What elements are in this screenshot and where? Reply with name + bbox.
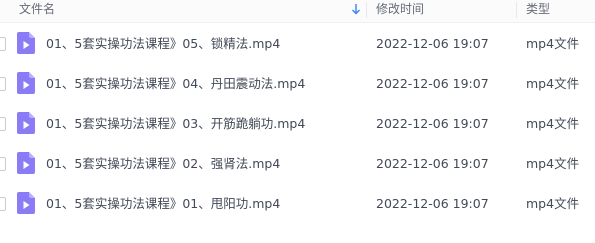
file-type: mp4文件 xyxy=(526,156,580,171)
file-type: mp4文件 xyxy=(526,116,580,131)
row-checkbox[interactable] xyxy=(0,197,6,211)
video-file-icon xyxy=(17,192,35,214)
file-mtime: 2022-12-06 19:07 xyxy=(376,156,489,171)
row-checkbox[interactable] xyxy=(0,117,6,131)
file-row[interactable]: 01、5套实操功法课程》04、丹田震动法.mp4 2022-12-06 19:0… xyxy=(0,65,595,105)
file-list-header: 文件名 修改时间 类型 xyxy=(0,0,595,23)
row-checkbox[interactable] xyxy=(0,37,6,51)
column-header-type-label: 类型 xyxy=(526,2,551,16)
column-header-type[interactable]: 类型 xyxy=(526,0,586,22)
file-type: mp4文件 xyxy=(526,196,580,211)
video-file-icon xyxy=(17,152,35,174)
column-header-mtime[interactable]: 修改时间 xyxy=(376,0,506,22)
file-name[interactable]: 01、5套实操功法课程》05、锁精法.mp4 xyxy=(46,36,280,51)
file-mtime: 2022-12-06 19:07 xyxy=(376,76,489,91)
file-name[interactable]: 01、5套实操功法课程》03、开筋跪躺功.mp4 xyxy=(46,116,305,131)
file-name[interactable]: 01、5套实操功法课程》01、甩阳功.mp4 xyxy=(46,196,280,211)
column-header-name-label: 文件名 xyxy=(19,2,56,16)
column-separator[interactable] xyxy=(516,2,517,18)
row-checkbox[interactable] xyxy=(0,77,6,91)
file-row[interactable]: 01、5套实操功法课程》01、甩阳功.mp4 2022-12-06 19:07 … xyxy=(0,185,595,225)
file-row[interactable]: 01、5套实操功法课程》03、开筋跪躺功.mp4 2022-12-06 19:0… xyxy=(0,105,595,145)
file-mtime: 2022-12-06 19:07 xyxy=(376,36,489,51)
file-name[interactable]: 01、5套实操功法课程》04、丹田震动法.mp4 xyxy=(46,76,305,91)
video-file-icon xyxy=(17,72,35,94)
video-file-icon xyxy=(17,32,35,54)
arrow-down-icon[interactable] xyxy=(351,3,361,15)
file-type: mp4文件 xyxy=(526,76,580,91)
column-header-name[interactable]: 文件名 xyxy=(19,0,359,22)
file-row[interactable]: 01、5套实操功法课程》05、锁精法.mp4 2022-12-06 19:07 … xyxy=(0,25,595,65)
row-checkbox[interactable] xyxy=(0,157,6,171)
file-type: mp4文件 xyxy=(526,36,580,51)
column-separator[interactable] xyxy=(366,2,367,18)
file-row[interactable]: 01、5套实操功法课程》02、强肾法.mp4 2022-12-06 19:07 … xyxy=(0,145,595,185)
video-file-icon xyxy=(17,112,35,134)
file-name[interactable]: 01、5套实操功法课程》02、强肾法.mp4 xyxy=(46,156,280,171)
column-header-mtime-label: 修改时间 xyxy=(376,2,425,16)
file-mtime: 2022-12-06 19:07 xyxy=(376,116,489,131)
file-mtime: 2022-12-06 19:07 xyxy=(376,196,489,211)
